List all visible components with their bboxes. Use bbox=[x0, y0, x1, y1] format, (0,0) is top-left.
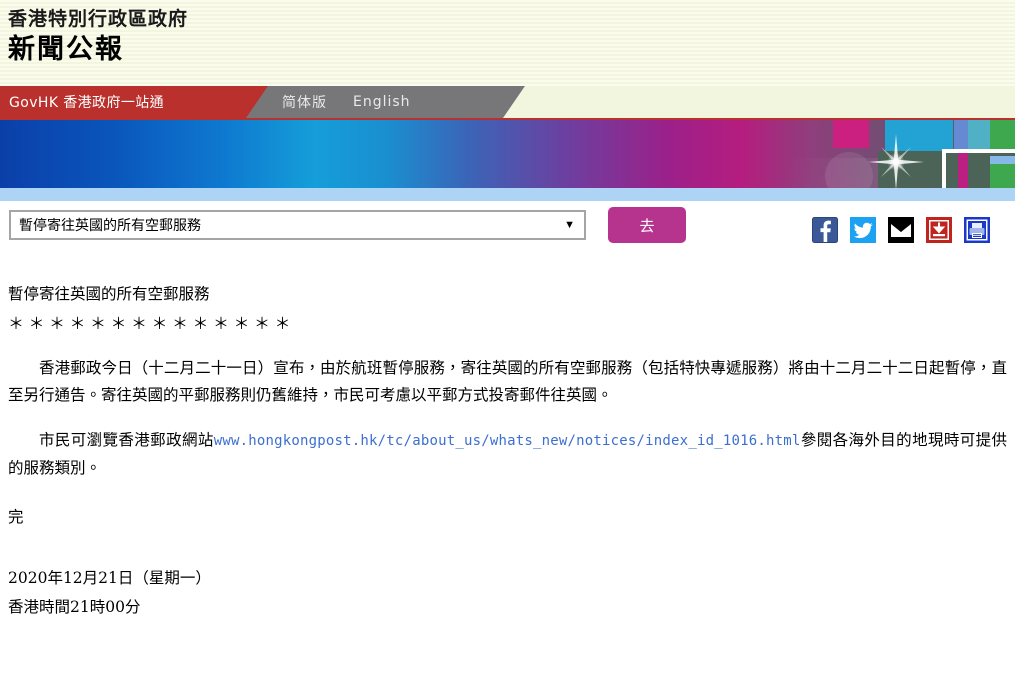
email-icon[interactable] bbox=[888, 217, 914, 243]
article-time: 香港時間21時00分 bbox=[8, 598, 141, 616]
paragraph-2-text-before: 市民可瀏覽香港郵政網站 bbox=[39, 431, 214, 449]
govhk-brand-tab[interactable]: GovHK 香港政府一站通 bbox=[0, 86, 268, 118]
hongkongpost-link[interactable]: www.hongkongpost.hk/tc/about_us/whats_ne… bbox=[214, 433, 801, 449]
header-titles: 香港特別行政區政府 新聞公報 bbox=[0, 0, 1015, 68]
article-star-divider: ＊＊＊＊＊＊＊＊＊＊＊＊＊＊ bbox=[8, 314, 296, 333]
banner-pink-square bbox=[833, 120, 869, 148]
site-header: 香港特別行政區政府 新聞公報 bbox=[0, 0, 1015, 86]
social-share-row bbox=[812, 217, 990, 243]
govhk-brand-label: GovHK 香港政府一站通 bbox=[9, 95, 165, 111]
story-select-value: 暫停寄往英國的所有空郵服務 bbox=[19, 218, 201, 234]
top-nav-bar: GovHK 香港政府一站通 简体版 English bbox=[0, 86, 1015, 118]
download-icon[interactable] bbox=[926, 217, 952, 243]
article-date: 2020年12月21日（星期一） bbox=[8, 569, 211, 587]
go-button[interactable]: 去 bbox=[608, 207, 686, 243]
page-title: 新聞公報 bbox=[8, 34, 124, 65]
story-select[interactable]: 暫停寄往英國的所有空郵服務 ▼ bbox=[9, 210, 586, 240]
article-paragraph-1: 香港郵政今日（十二月二十一日）宣布，由於航班暫停服務，寄往英國的所有空郵服務（包… bbox=[8, 359, 1007, 404]
government-name: 香港特別行政區政府 bbox=[8, 8, 189, 30]
article-body: 暫停寄往英國的所有空郵服務 ＊＊＊＊＊＊＊＊＊＊＊＊＊＊ 香港郵政今日（十二月二… bbox=[0, 281, 1015, 621]
language-links: 简体版 English bbox=[282, 86, 411, 118]
chevron-down-icon: ▼ bbox=[564, 218, 575, 231]
article-paragraph-2: 市民可瀏覽香港郵政網站www.hongkongpost.hk/tc/about_… bbox=[8, 427, 1007, 482]
twitter-icon[interactable] bbox=[850, 217, 876, 243]
article-headline: 暫停寄往英國的所有空郵服務 bbox=[8, 285, 210, 303]
decorative-banner bbox=[0, 118, 1015, 201]
banner-bottom-strip bbox=[0, 188, 1015, 201]
facebook-icon[interactable] bbox=[812, 217, 838, 243]
nav-link-english[interactable]: English bbox=[353, 94, 411, 110]
controls-row: 暫停寄往英國的所有空郵服務 ▼ 去 bbox=[0, 201, 1015, 263]
article-end-marker: 完 bbox=[8, 508, 24, 526]
print-icon[interactable] bbox=[964, 217, 990, 243]
nav-link-simplified-chinese[interactable]: 简体版 bbox=[282, 92, 327, 112]
